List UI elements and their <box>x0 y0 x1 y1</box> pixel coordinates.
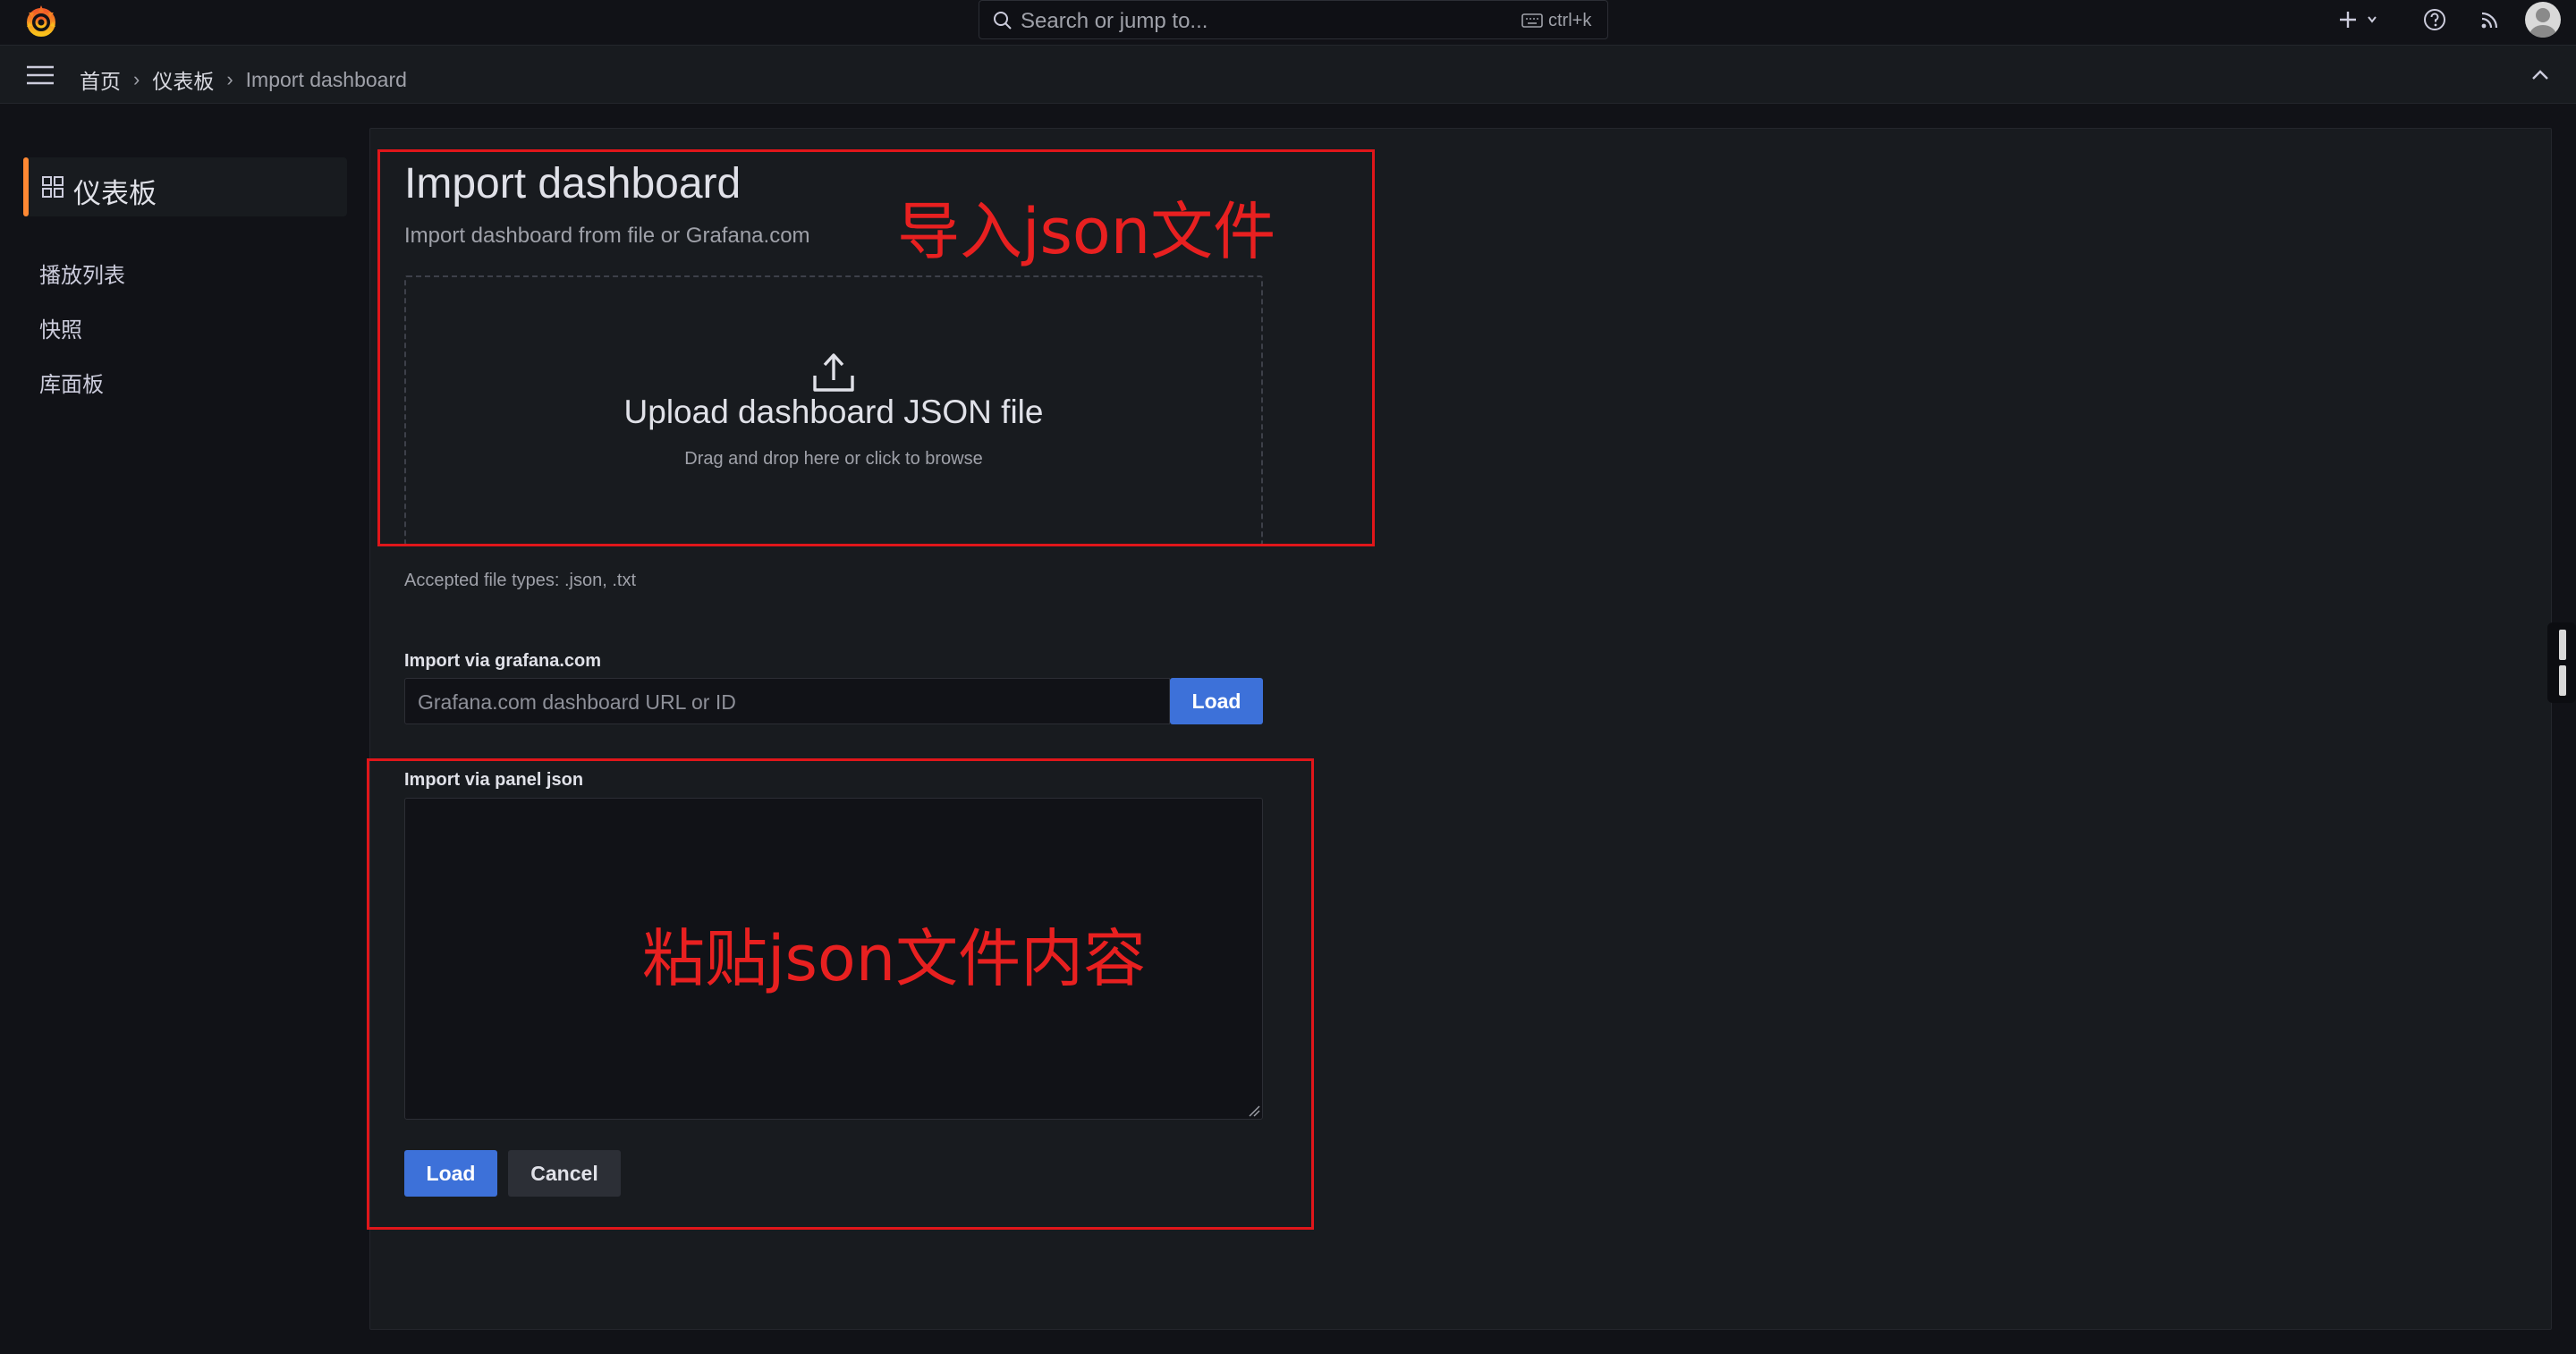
gcom-input-placeholder: Grafana.com dashboard URL or ID <box>418 690 736 714</box>
breadcrumb-home[interactable]: 首页 <box>80 64 121 95</box>
sidebar-item-playlists[interactable]: 播放列表 <box>39 258 125 289</box>
search-placeholder: Search or jump to... <box>1021 9 1208 33</box>
rss-icon[interactable] <box>2476 5 2504 34</box>
scroll-grip <box>2559 665 2566 696</box>
breadcrumb: 首页 › 仪表板 › Import dashboard <box>80 64 407 95</box>
keyboard-icon <box>1521 13 1543 28</box>
chevron-up-icon[interactable] <box>2528 66 2553 84</box>
breadcrumb-dashboards[interactable]: 仪表板 <box>152 64 214 95</box>
breadcrumb-bar: 首页 › 仪表板 › Import dashboard <box>0 45 2576 104</box>
accepted-file-types: Accepted file types: .json, .txt <box>404 571 637 590</box>
search-icon <box>994 12 1012 30</box>
gcom-import-label: Import via grafana.com <box>404 651 602 671</box>
sidebar-item-snapshots[interactable]: 快照 <box>39 312 82 343</box>
sidebar-item-library-panels[interactable]: 库面板 <box>39 367 104 398</box>
sidebar-item-dashboards[interactable]: 仪表板 <box>23 157 347 216</box>
active-indicator <box>23 157 29 216</box>
help-icon[interactable] <box>2420 5 2449 34</box>
avatar[interactable] <box>2525 2 2561 38</box>
user-avatar-icon <box>2529 8 2556 38</box>
top-navbar: Search or jump to... ctrl+k <box>0 0 2576 41</box>
scrollbar-handle[interactable] <box>2547 622 2576 703</box>
annotation-text-upload: 导入json文件 <box>897 195 1276 268</box>
breadcrumb-current: Import dashboard <box>245 67 407 91</box>
sidebar-item-label: 仪表板 <box>73 178 157 209</box>
search-bar[interactable]: Search or jump to... ctrl+k <box>979 0 1608 39</box>
search-shortcut: ctrl+k <box>1548 11 1592 30</box>
apps-icon <box>42 176 64 198</box>
breadcrumb-separator: › <box>226 68 233 90</box>
gcom-dashboard-input[interactable]: Grafana.com dashboard URL or ID <box>404 678 1170 724</box>
plus-icon[interactable] <box>2333 5 2385 34</box>
breadcrumb-separator: › <box>133 68 140 90</box>
grafana-logo-icon[interactable] <box>23 4 59 39</box>
menu-icon[interactable] <box>25 63 55 87</box>
scroll-grip <box>2559 630 2566 660</box>
gcom-load-button[interactable]: Load <box>1170 678 1263 724</box>
annotation-text-paste: 粘贴json文件内容 <box>642 922 1147 995</box>
